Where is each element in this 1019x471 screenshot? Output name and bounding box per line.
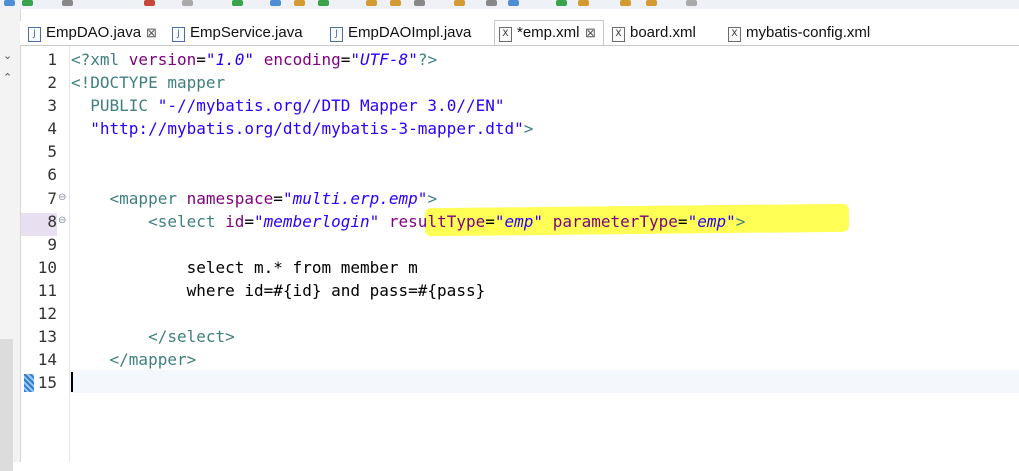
code-line-14: </mapper> <box>71 350 197 369</box>
code-line-10: select m.* from member m <box>71 258 418 277</box>
toolbar-icon[interactable] <box>486 0 497 6</box>
line-number: 5 <box>47 142 57 161</box>
code-line-7: <mapper namespace="multi.erp.emp"> <box>71 189 438 208</box>
tab-label: EmpService.java <box>190 24 303 41</box>
toolbar-icon[interactable] <box>620 0 631 6</box>
tab-empservice-java[interactable]: J EmpService.java <box>168 21 318 45</box>
line-number: 3 <box>47 96 57 115</box>
line-number: 11 <box>37 281 57 300</box>
fold-toggle-icon[interactable]: ⊖ <box>58 193 67 203</box>
toolbar-icon[interactable] <box>646 0 657 6</box>
tab-label: board.xml <box>630 24 696 41</box>
tab-label: EmpDAOImpl.java <box>348 24 472 41</box>
line-number: 13 <box>37 327 57 346</box>
toolbar-icon[interactable] <box>270 0 281 6</box>
toolbar-icon[interactable] <box>686 0 697 6</box>
toolbar-icon[interactable] <box>390 0 401 6</box>
code-line-8: <select id="memberlogin" resultType="emp… <box>71 212 746 231</box>
code-line-2: <!DOCTYPE mapper <box>71 73 226 92</box>
tab-empdaoimpl-java[interactable]: J EmpDAOImpl.java <box>326 21 486 45</box>
tab-label: *emp.xml <box>517 24 580 41</box>
chevron-up-icon[interactable]: ⌃ <box>3 73 12 84</box>
java-file-icon: J <box>172 27 185 42</box>
java-file-icon: J <box>330 27 343 42</box>
line-number: 14 <box>37 350 57 369</box>
toolbar-icon[interactable] <box>144 0 155 6</box>
fold-toggle-icon[interactable]: ⊖ <box>58 216 67 226</box>
xml-file-icon: X <box>728 27 741 42</box>
chevron-down-icon[interactable]: ⌄ <box>3 51 12 62</box>
tab-emp-xml[interactable]: X *emp.xml ⊠ <box>494 20 604 45</box>
code-editor[interactable]: 1 2 3 4 5 6 7 ⊖ 8 ⊖ 9 10 11 12 13 14 15 <?… <box>21 46 1019 462</box>
toolbar-icon[interactable] <box>62 0 73 6</box>
line-number: 12 <box>37 304 57 323</box>
toolbar-icon[interactable] <box>578 0 589 6</box>
close-icon[interactable]: ⊠ <box>585 21 596 45</box>
tab-empdao-java[interactable]: J EmpDAO.java ⊠ <box>24 21 164 45</box>
line-number: 9 <box>47 235 57 254</box>
scrollbar-thumb[interactable] <box>0 339 13 471</box>
xml-file-icon: X <box>499 27 512 42</box>
editor-tab-bar: J EmpDAO.java ⊠ J EmpService.java J EmpD… <box>20 20 1019 46</box>
line-number: 1 <box>47 50 57 69</box>
tab-mybatis-config-xml[interactable]: X mybatis-config.xml <box>724 21 904 45</box>
line-number: 15 <box>37 373 57 392</box>
toolbar-icon[interactable] <box>508 0 519 6</box>
tab-label: EmpDAO.java <box>46 24 142 41</box>
toolbar-icon[interactable] <box>556 0 567 6</box>
line-number: 6 <box>47 165 57 184</box>
line-number: 7 <box>47 189 57 208</box>
close-icon[interactable]: ⊠ <box>146 21 157 45</box>
line-number: 4 <box>47 119 57 138</box>
code-line-11: where id=#{id} and pass=#{pass} <box>71 281 486 300</box>
toolbar-icon[interactable] <box>366 0 377 6</box>
xml-file-icon: X <box>612 27 625 42</box>
tab-board-xml[interactable]: X board.xml <box>608 21 718 45</box>
code-line-4: "http://mybatis.org/dtd/mybatis-3-mapper… <box>90 119 534 138</box>
toolbar-icon[interactable] <box>294 0 305 6</box>
toolbar-icon[interactable] <box>4 0 15 6</box>
left-side-panel: ⌄ ⌃ <box>0 9 21 471</box>
java-file-icon: J <box>28 27 41 42</box>
line-number: 2 <box>47 73 57 92</box>
toolbar-icon[interactable] <box>22 0 33 6</box>
text-cursor <box>71 372 73 392</box>
toolbar-icon[interactable] <box>182 0 193 6</box>
line-number: 8 <box>47 212 57 231</box>
tab-label: mybatis-config.xml <box>746 24 871 41</box>
code-line-1: <?xml version="1.0" encoding="UTF-8"?> <box>71 50 438 69</box>
toolbar-icon[interactable] <box>414 0 425 6</box>
toolbar-icon[interactable] <box>318 0 329 6</box>
line-number: 10 <box>37 258 57 277</box>
toolbar-icon[interactable] <box>232 0 243 6</box>
toolbar-icon[interactable] <box>454 0 465 6</box>
code-line-3: PUBLIC "-//mybatis.org//DTD Mapper 3.0//… <box>71 96 505 115</box>
main-toolbar <box>0 0 1019 9</box>
code-line-13: </select> <box>71 327 235 346</box>
